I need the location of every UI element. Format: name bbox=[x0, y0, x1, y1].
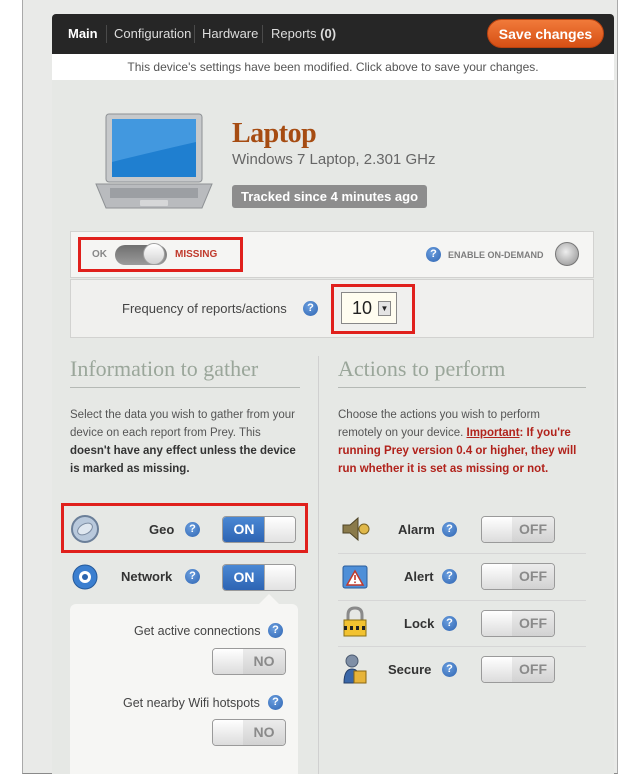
tab-hardware[interactable]: Hardware bbox=[202, 14, 258, 54]
secure-label: Secure bbox=[388, 662, 432, 677]
heading-underline bbox=[338, 387, 586, 388]
help-icon[interactable]: ? bbox=[442, 522, 457, 537]
toggle-thumb bbox=[264, 565, 295, 590]
laptop-icon bbox=[95, 113, 213, 209]
important-link[interactable]: Important bbox=[467, 427, 520, 439]
active-connections-label: Get active connections bbox=[134, 624, 261, 638]
wifi-hotspots-label: Get nearby Wifi hotspots bbox=[123, 696, 260, 710]
toggle-off-state: OFF bbox=[512, 657, 554, 682]
network-label: Network bbox=[121, 569, 173, 584]
active-connections-toggle[interactable]: NO bbox=[212, 648, 286, 675]
device-name: Laptop bbox=[232, 118, 317, 149]
help-icon[interactable]: ? bbox=[426, 247, 441, 262]
wifi-hotspots-toggle[interactable]: NO bbox=[212, 719, 286, 746]
desc-line: device on each report from Prey. This bbox=[70, 427, 261, 439]
toggle-off-state: NO bbox=[243, 649, 285, 674]
row-divider bbox=[338, 646, 586, 647]
alert-toggle[interactable]: OFF bbox=[481, 563, 555, 590]
help-icon[interactable]: ? bbox=[268, 623, 283, 638]
alert-label: Alert bbox=[404, 569, 434, 584]
highlight-box bbox=[78, 237, 243, 272]
network-toggle[interactable]: ON bbox=[222, 564, 296, 591]
secure-icon bbox=[343, 654, 367, 684]
help-icon[interactable]: ? bbox=[303, 301, 318, 316]
save-changes-button[interactable]: Save changes bbox=[487, 19, 604, 48]
enable-on-demand-label: ENABLE ON-DEMAND bbox=[448, 250, 544, 260]
toggle-thumb bbox=[482, 517, 513, 542]
desc-line: doesn't have any effect unless the devic… bbox=[70, 445, 296, 457]
help-icon[interactable]: ? bbox=[442, 569, 457, 584]
desc-line: Select the data you wish to gather from … bbox=[70, 409, 296, 421]
toggle-thumb bbox=[482, 657, 513, 682]
tab-configuration[interactable]: Configuration bbox=[114, 14, 191, 54]
alarm-toggle[interactable]: OFF bbox=[481, 516, 555, 543]
desc-line: Choose the actions you wish to perform bbox=[338, 409, 540, 421]
highlight-box bbox=[61, 503, 308, 553]
actions-description: Choose the actions you wish to perform r… bbox=[338, 406, 588, 478]
frequency-label: Frequency of reports/actions bbox=[122, 301, 287, 316]
row-divider bbox=[338, 553, 586, 554]
toggle-off-state: NO bbox=[243, 720, 285, 745]
toggle-thumb bbox=[482, 611, 513, 636]
toggle-thumb bbox=[213, 649, 244, 674]
toggle-off-state: OFF bbox=[512, 564, 554, 589]
information-description: Select the data you wish to gather from … bbox=[70, 406, 310, 478]
desc-line: run whether it is set as missing or not. bbox=[338, 463, 549, 475]
heading-underline bbox=[70, 387, 300, 388]
toggle-thumb bbox=[482, 564, 513, 589]
toggle-off-state: OFF bbox=[512, 517, 554, 542]
tracked-badge: Tracked since 4 minutes ago bbox=[232, 185, 428, 208]
toggle-off-state: OFF bbox=[512, 611, 554, 636]
tab-reports-label: Reports bbox=[271, 26, 317, 41]
lock-toggle[interactable]: OFF bbox=[481, 610, 555, 637]
desc-line: is marked as missing. bbox=[70, 463, 190, 475]
toggle-on-state: ON bbox=[223, 565, 265, 590]
highlight-box bbox=[331, 284, 415, 334]
help-icon[interactable]: ? bbox=[442, 662, 457, 677]
information-heading: Information to gather bbox=[70, 356, 259, 381]
tab-separator bbox=[106, 25, 107, 43]
tab-main[interactable]: Main bbox=[68, 14, 98, 54]
help-icon[interactable]: ? bbox=[442, 616, 457, 631]
alert-icon bbox=[342, 565, 368, 589]
lock-label: Lock bbox=[404, 616, 435, 631]
column-divider bbox=[318, 356, 319, 774]
tab-separator bbox=[194, 25, 195, 43]
reports-count: (0) bbox=[320, 26, 337, 41]
secure-toggle[interactable]: OFF bbox=[481, 656, 555, 683]
modified-notice: This device's settings have been modifie… bbox=[52, 54, 614, 81]
desc-line: : If you're bbox=[519, 427, 571, 439]
help-icon[interactable]: ? bbox=[185, 569, 200, 584]
tab-reports[interactable]: Reports (0) bbox=[271, 14, 336, 54]
device-description: Windows 7 Laptop, 2.301 GHz bbox=[232, 151, 436, 168]
desc-line: running Prey version 0.4 or higher, they… bbox=[338, 445, 577, 457]
lock-icon bbox=[343, 606, 367, 637]
help-icon[interactable]: ? bbox=[268, 695, 283, 710]
toggle-thumb bbox=[213, 720, 244, 745]
tab-separator bbox=[262, 25, 263, 43]
network-icon bbox=[72, 564, 98, 590]
top-nav-bar: Main Configuration Hardware Reports (0) … bbox=[52, 14, 614, 54]
actions-heading: Actions to perform bbox=[338, 356, 506, 381]
alarm-label: Alarm bbox=[398, 522, 435, 537]
row-divider bbox=[338, 600, 586, 601]
desc-line: remotely on your device. bbox=[338, 427, 464, 439]
alarm-icon bbox=[342, 516, 370, 542]
on-demand-toggle[interactable] bbox=[555, 242, 579, 266]
